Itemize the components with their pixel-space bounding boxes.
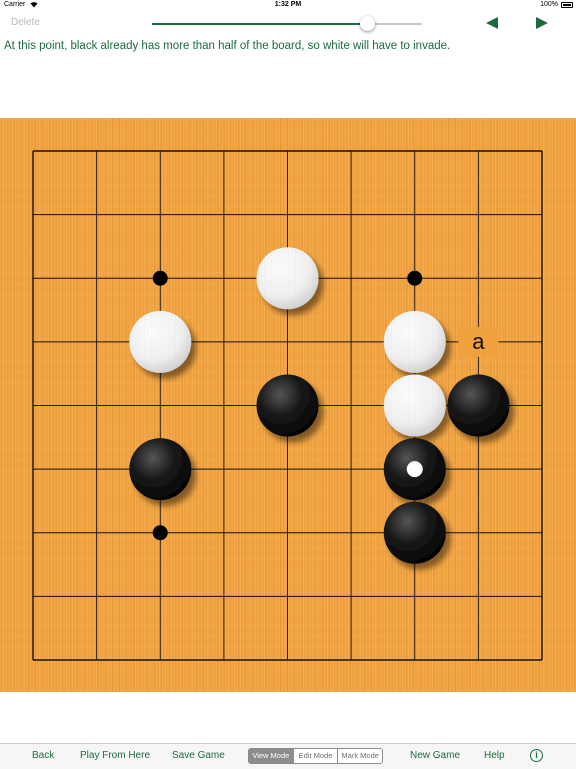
board-labels: a <box>458 326 499 357</box>
toolbar: Delete <box>0 12 576 36</box>
white-stone <box>256 247 319 310</box>
move-comment: At this point, black already has more th… <box>4 40 451 52</box>
slider-thumb[interactable] <box>360 16 375 31</box>
mode-selector: View Mode Edit Mode Mark Mode <box>248 748 383 764</box>
white-stone <box>129 310 192 373</box>
black-stone <box>129 438 192 501</box>
new-game-button[interactable]: New Game <box>410 750 460 761</box>
save-game-button[interactable]: Save Game <box>172 750 225 761</box>
black-stone <box>447 374 510 437</box>
edit-mode-segment[interactable]: Edit Mode <box>293 749 339 763</box>
white-stone <box>383 374 446 437</box>
black-stone <box>383 438 446 501</box>
go-board[interactable]: a <box>0 118 576 692</box>
delete-button[interactable]: Delete <box>11 17 40 28</box>
mark-mode-segment[interactable]: Mark Mode <box>338 749 382 763</box>
white-stone <box>383 310 446 373</box>
help-button[interactable]: Help <box>484 750 505 761</box>
slider-fill <box>152 23 368 25</box>
black-stone <box>256 374 319 437</box>
star-point <box>407 270 423 286</box>
move-slider[interactable] <box>152 16 422 31</box>
status-time: 1:32 PM <box>274 1 302 8</box>
star-point <box>152 270 168 286</box>
battery-percent: 100% <box>540 1 558 8</box>
last-move-marker <box>406 461 423 478</box>
black-stone <box>383 501 446 564</box>
info-icon[interactable]: i <box>530 749 543 762</box>
star-point <box>152 525 168 541</box>
left-triangle-icon[interactable] <box>485 16 499 30</box>
play-from-here-button[interactable]: Play From Here <box>80 750 150 761</box>
board-label: a <box>472 329 485 354</box>
bottom-toolbar: Back Play From Here Save Game View Mode … <box>0 743 576 769</box>
back-button[interactable]: Back <box>32 750 54 761</box>
view-mode-segment[interactable]: View Mode <box>249 749 294 763</box>
right-triangle-icon[interactable] <box>535 16 549 30</box>
battery-icon <box>561 2 573 8</box>
status-bar: Carrier 1:32 PM 100% <box>0 0 576 12</box>
board-canvas[interactable]: a <box>0 118 576 692</box>
